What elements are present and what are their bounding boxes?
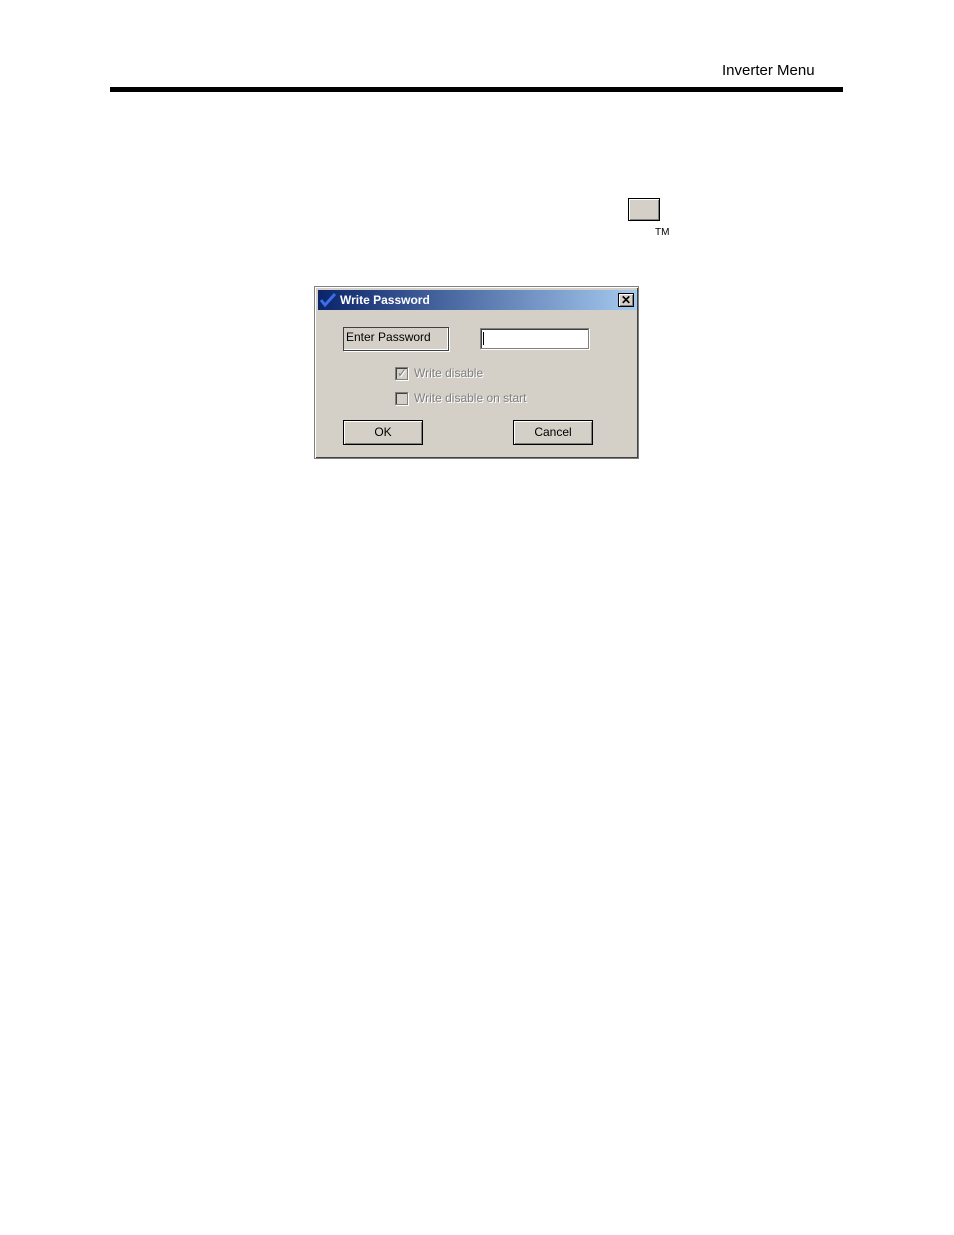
check-icon: ✓ [397, 366, 408, 380]
close-button[interactable]: ✕ [618, 293, 634, 307]
write-disable-label: Write disable [414, 366, 484, 380]
write-disable-on-start-label: Write disable on start [414, 391, 527, 405]
dialog-titlebar[interactable]: Write Password ✕ [318, 290, 637, 310]
ok-button[interactable]: OK [343, 420, 423, 445]
password-label: Enter Password [343, 327, 449, 351]
toolbar-button-image [628, 198, 660, 221]
text-caret [483, 332, 484, 345]
trademark-symbol: TM [655, 227, 670, 238]
write-disable-on-start-box [395, 392, 408, 405]
cancel-button[interactable]: Cancel [513, 420, 593, 445]
app-check-icon [320, 292, 336, 308]
write-disable-box: ✓ [395, 366, 408, 380]
password-input[interactable] [480, 328, 589, 349]
dialog-title: Write Password [340, 293, 430, 307]
write-password-dialog: Write Password ✕ Enter Password ✓ Write … [314, 286, 639, 459]
page-header-title: Inverter Menu [722, 62, 815, 79]
close-icon: ✕ [620, 293, 632, 307]
header-divider [110, 87, 843, 92]
